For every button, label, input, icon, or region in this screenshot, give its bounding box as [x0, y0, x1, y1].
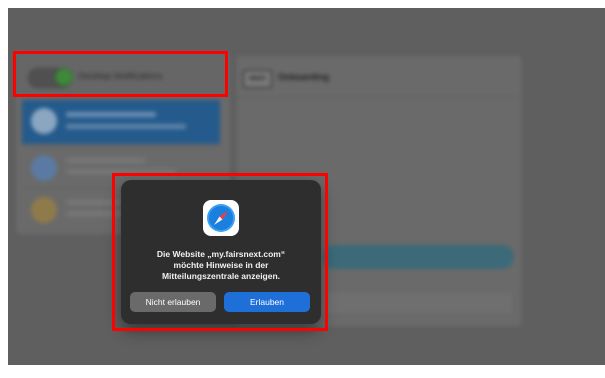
conversation-name-placeholder — [66, 112, 156, 117]
conversation-item-active[interactable] — [22, 100, 220, 144]
dialog-message: Die Website „my.fairsnext.com“ möchte Hi… — [156, 249, 286, 281]
allow-button[interactable]: Erlauben — [224, 292, 310, 312]
notification-permission-dialog: Die Website „my.fairsnext.com“ möchte Hi… — [121, 180, 321, 324]
monti-logo: MONTI — [243, 70, 272, 88]
chat-message-bubble — [322, 245, 514, 269]
safari-compass-icon — [203, 200, 239, 236]
avatar — [31, 155, 57, 181]
avatar — [31, 108, 57, 134]
notifications-toggle-label: Desktop Notifications — [78, 71, 163, 81]
toggle-knob — [55, 68, 73, 86]
deny-button[interactable]: Nicht erlauben — [130, 292, 216, 312]
conversation-preview-placeholder — [66, 124, 186, 129]
conversation-name-placeholder — [66, 158, 146, 163]
conversation-preview-placeholder — [66, 169, 176, 174]
chat-title: Onboarding — [278, 72, 329, 82]
chat-input[interactable] — [322, 291, 514, 315]
page: Desktop Notifications MONTI Onboarding D… — [0, 0, 605, 378]
avatar — [31, 197, 57, 223]
